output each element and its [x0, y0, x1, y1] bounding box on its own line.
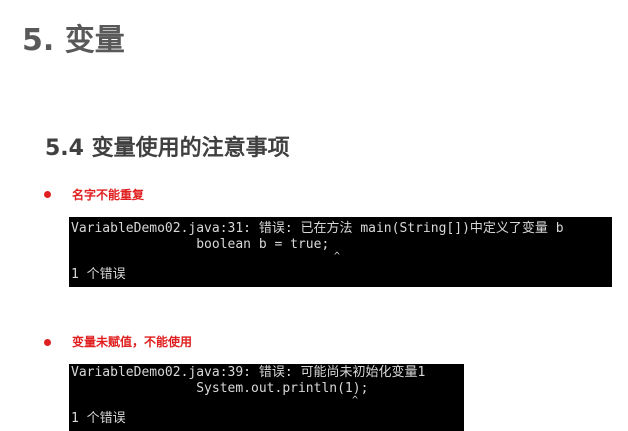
console-line: 1 个错误 — [71, 267, 126, 282]
section-title: 5.4 变量使用的注意事项 — [45, 136, 290, 161]
console-line: 1 个错误 — [71, 411, 126, 426]
console-line: boolean b = true; — [71, 237, 330, 252]
bullet-dot — [44, 339, 51, 346]
error-caret: ^ — [334, 251, 341, 262]
note-label-duplicate-name: 名字不能重复 — [72, 188, 145, 202]
bullet-dot — [44, 191, 51, 198]
note-label-uninitialized: 变量未赋值，不能使用 — [72, 335, 193, 349]
console-output-uninitialized: VariableDemo02.java:39: 错误: 可能尚未初始化变量1 S… — [69, 364, 464, 431]
error-caret: ^ — [352, 395, 359, 406]
console-line: VariableDemo02.java:39: 错误: 可能尚未初始化变量1 — [71, 365, 426, 380]
console-line: System.out.println(1); — [71, 381, 369, 396]
page-title: 5. 变量 — [22, 23, 125, 58]
console-line: VariableDemo02.java:31: 错误: 已在方法 main(St… — [71, 221, 564, 236]
console-output-duplicate-name: VariableDemo02.java:31: 错误: 已在方法 main(St… — [69, 217, 612, 287]
